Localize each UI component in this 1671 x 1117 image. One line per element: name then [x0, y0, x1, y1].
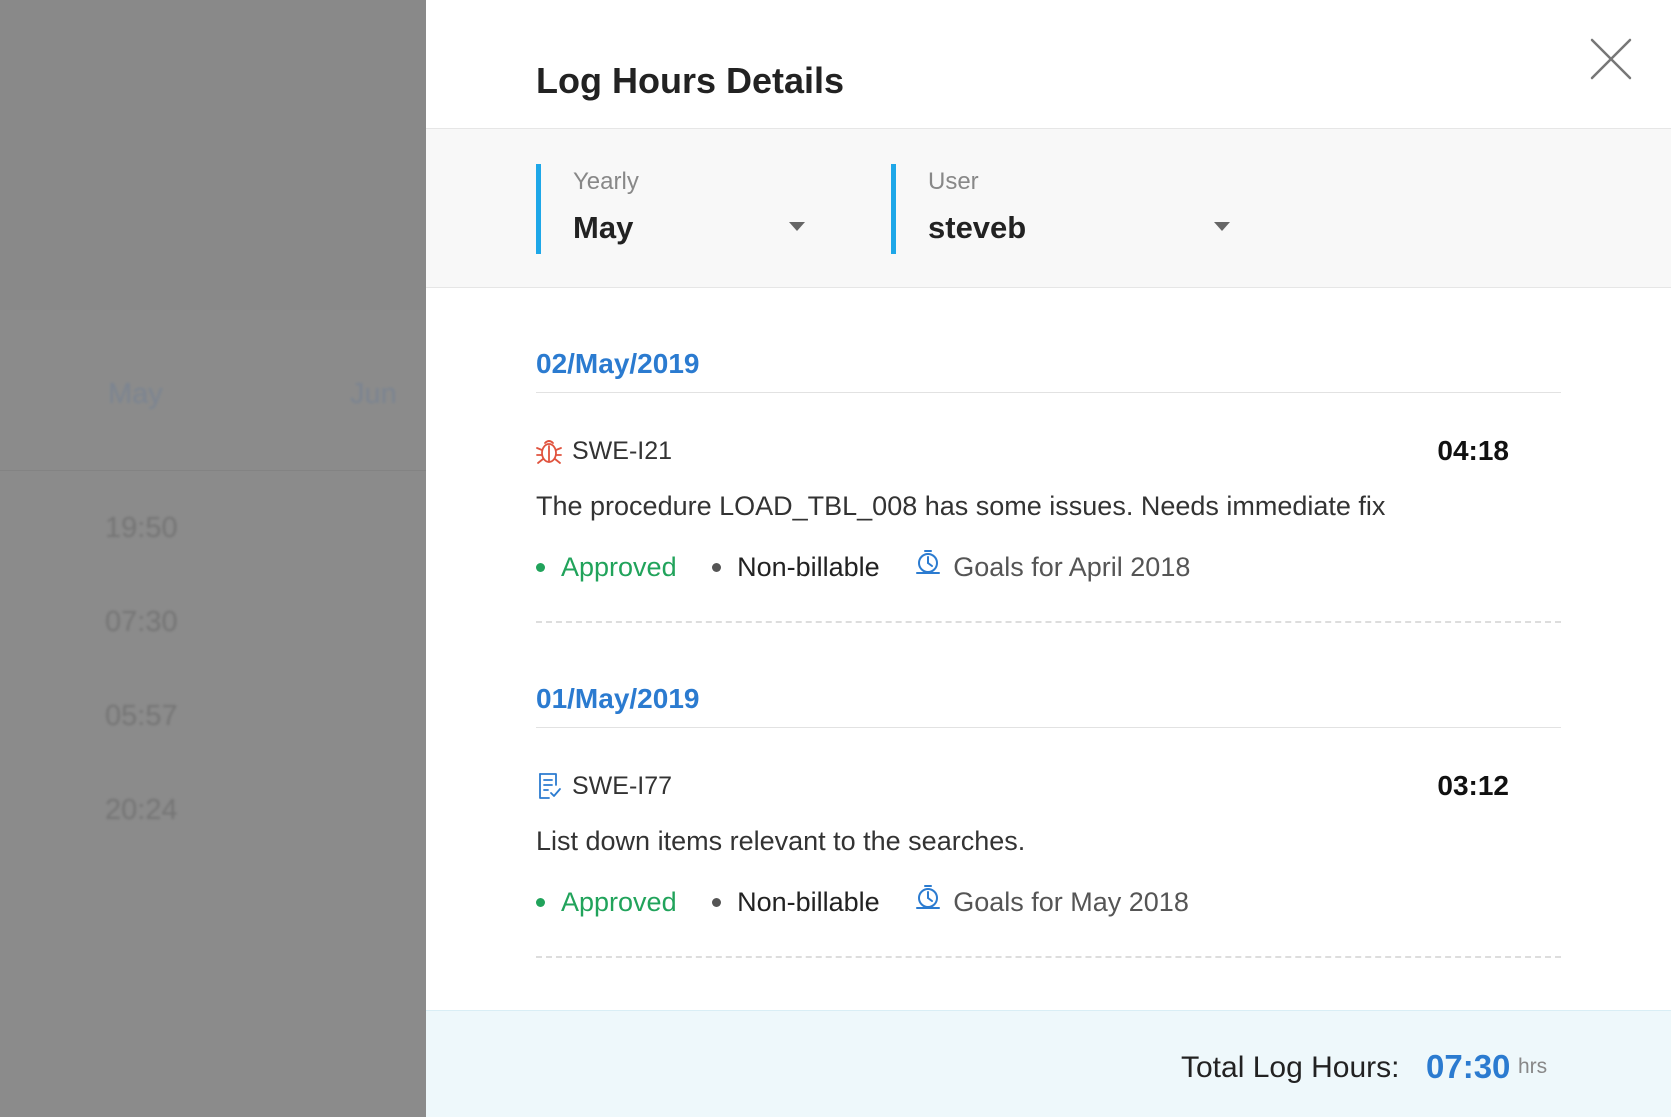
- background-time: 19:50: [105, 512, 178, 544]
- background-month-may: May: [108, 378, 163, 410]
- log-entry[interactable]: SWE-I21 04:18 The procedure LOAD_TBL_008…: [536, 393, 1561, 623]
- chevron-down-icon[interactable]: [789, 222, 805, 231]
- status-badge: Approved: [561, 887, 677, 918]
- date-heading: 01/May/2019: [536, 683, 1561, 728]
- goal-link[interactable]: Goals for May 2018: [953, 887, 1189, 918]
- period-filter-label: Yearly: [573, 168, 639, 195]
- log-entry-header: SWE-I21 04:18: [536, 435, 1561, 467]
- task-icon: [539, 773, 561, 799]
- background-time: 05:57: [105, 700, 178, 732]
- billing-dot-icon: [712, 898, 722, 908]
- user-filter-label: User: [928, 168, 979, 195]
- chevron-down-icon[interactable]: [1214, 222, 1230, 231]
- period-filter[interactable]: Yearly May: [536, 164, 806, 254]
- task-description: The procedure LOAD_TBL_008 has some issu…: [536, 491, 1386, 521]
- log-entry-meta: Approved Non-billable Goals for April 20…: [536, 549, 1190, 583]
- status-dot-icon: [536, 898, 545, 908]
- bug-icon: [536, 440, 562, 464]
- background-header: [0, 0, 426, 310]
- background-month-jun: Jun: [350, 378, 397, 410]
- background-page: May Jun 19:50 07:30 05:57 20:24: [0, 0, 426, 1117]
- background-time: 07:30: [105, 606, 178, 638]
- total-hours-footer: Total Log Hours: 07:30 hrs: [426, 1010, 1671, 1117]
- period-filter-value: May: [573, 210, 634, 245]
- billing-type: Non-billable: [737, 552, 880, 583]
- log-entry-header: SWE-I77 03:12: [536, 770, 1561, 802]
- logged-hours: 04:18: [1437, 435, 1509, 466]
- log-entry[interactable]: SWE-I77 03:12 List down items relevant t…: [536, 728, 1561, 958]
- background-divider: [0, 470, 426, 471]
- status-dot-icon: [536, 563, 545, 573]
- log-entries-list: 02/May/2019 SWE-I21 04:18 The procedure …: [536, 288, 1561, 958]
- background-time: 20:24: [105, 794, 178, 826]
- total-hours-unit: hrs: [1518, 1055, 1548, 1078]
- goal-timer-icon: [916, 885, 941, 909]
- close-icon: [1590, 38, 1632, 80]
- close-button[interactable]: [1586, 34, 1636, 84]
- filter-bar: Yearly May User steveb: [426, 128, 1671, 288]
- log-entry-meta: Approved Non-billable Goals for May 2018: [536, 884, 1189, 918]
- task-description: List down items relevant to the searches…: [536, 826, 1026, 856]
- log-hours-drawer: Log Hours Details Yearly May User steveb…: [426, 0, 1671, 1117]
- drawer-title: Log Hours Details: [536, 60, 845, 101]
- total-hours-value: 07:30: [1426, 1048, 1511, 1085]
- status-badge: Approved: [561, 552, 677, 583]
- date-heading: 02/May/2019: [536, 348, 1561, 393]
- task-id-link[interactable]: SWE-I21: [572, 437, 672, 466]
- logged-hours: 03:12: [1437, 770, 1509, 801]
- date-group: 01/May/2019 SWE-I77 03:12 List down item…: [536, 683, 1561, 958]
- billing-type: Non-billable: [737, 887, 880, 918]
- task-id-link[interactable]: SWE-I77: [572, 772, 672, 801]
- billing-dot-icon: [712, 563, 722, 573]
- goal-timer-icon: [916, 550, 941, 574]
- goal-link[interactable]: Goals for April 2018: [953, 552, 1190, 583]
- user-filter-value: steveb: [928, 210, 1027, 245]
- date-group: 02/May/2019 SWE-I21 04:18 The procedure …: [536, 348, 1561, 623]
- user-filter[interactable]: User steveb: [891, 164, 1231, 254]
- total-hours-label: Total Log Hours:: [1181, 1051, 1400, 1084]
